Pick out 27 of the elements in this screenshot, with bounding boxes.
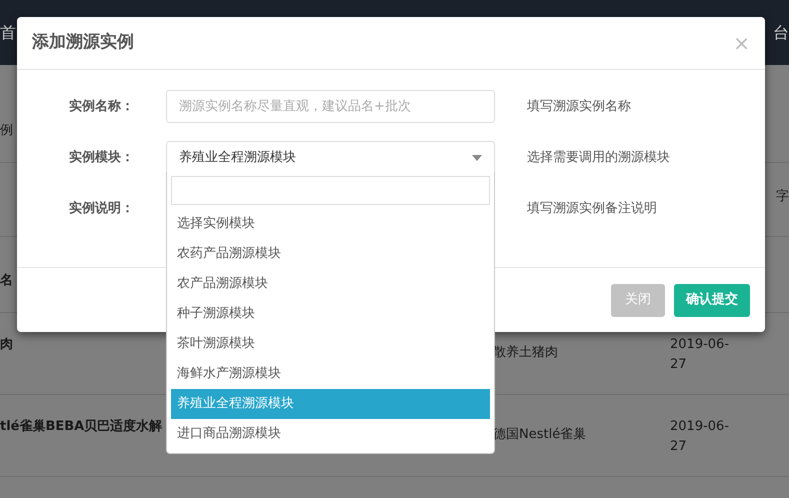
field-label: 实例名称： (68, 98, 135, 116)
field-label: 实例模块： (68, 148, 135, 167)
dropdown-option[interactable]: 种子溯源模块 (171, 299, 490, 329)
dropdown-option[interactable]: 农产品溯源模块 (171, 269, 490, 299)
page-text: 例 (0, 122, 13, 140)
nav-item[interactable]: 首 (0, 20, 16, 44)
dropdown-option[interactable]: 农药产品溯源模块 (171, 239, 490, 269)
modal-title: 添加溯源实例 (32, 31, 134, 54)
dropdown-option[interactable]: 海鲜水产溯源模块 (171, 359, 490, 389)
field-label: 实例说明： (68, 200, 135, 218)
help-text: 选择需要调用的溯源模块 (527, 148, 670, 167)
dropdown-option[interactable]: 进口商品溯源模块 (171, 419, 490, 449)
page-text: 名 (0, 272, 13, 290)
page-text: 字 (776, 188, 789, 206)
nav-item[interactable]: 台 (773, 20, 789, 44)
help-text: 填写溯源实例备注说明 (527, 200, 657, 218)
dropdown-option[interactable]: 选择实例模块 (171, 209, 490, 239)
dropdown-option[interactable]: 茶叶溯源模块 (171, 329, 490, 359)
table-cell-text: 2019-06-27 (670, 336, 730, 374)
table-cell: 肉 (0, 337, 13, 352)
caret-icon (472, 154, 482, 160)
search-field[interactable] (171, 176, 490, 205)
input-field[interactable]: 溯源实例名称尽量直观，建议品名+批次 (166, 90, 495, 123)
table-cell-text: 2019-06-27 (670, 418, 730, 456)
help-text: 填写溯源实例名称 (527, 98, 631, 116)
table-cell: tlé雀巢BEBA贝巴适度水解 (0, 419, 162, 434)
select-value: 养殖业全程溯源模块 (179, 148, 296, 167)
